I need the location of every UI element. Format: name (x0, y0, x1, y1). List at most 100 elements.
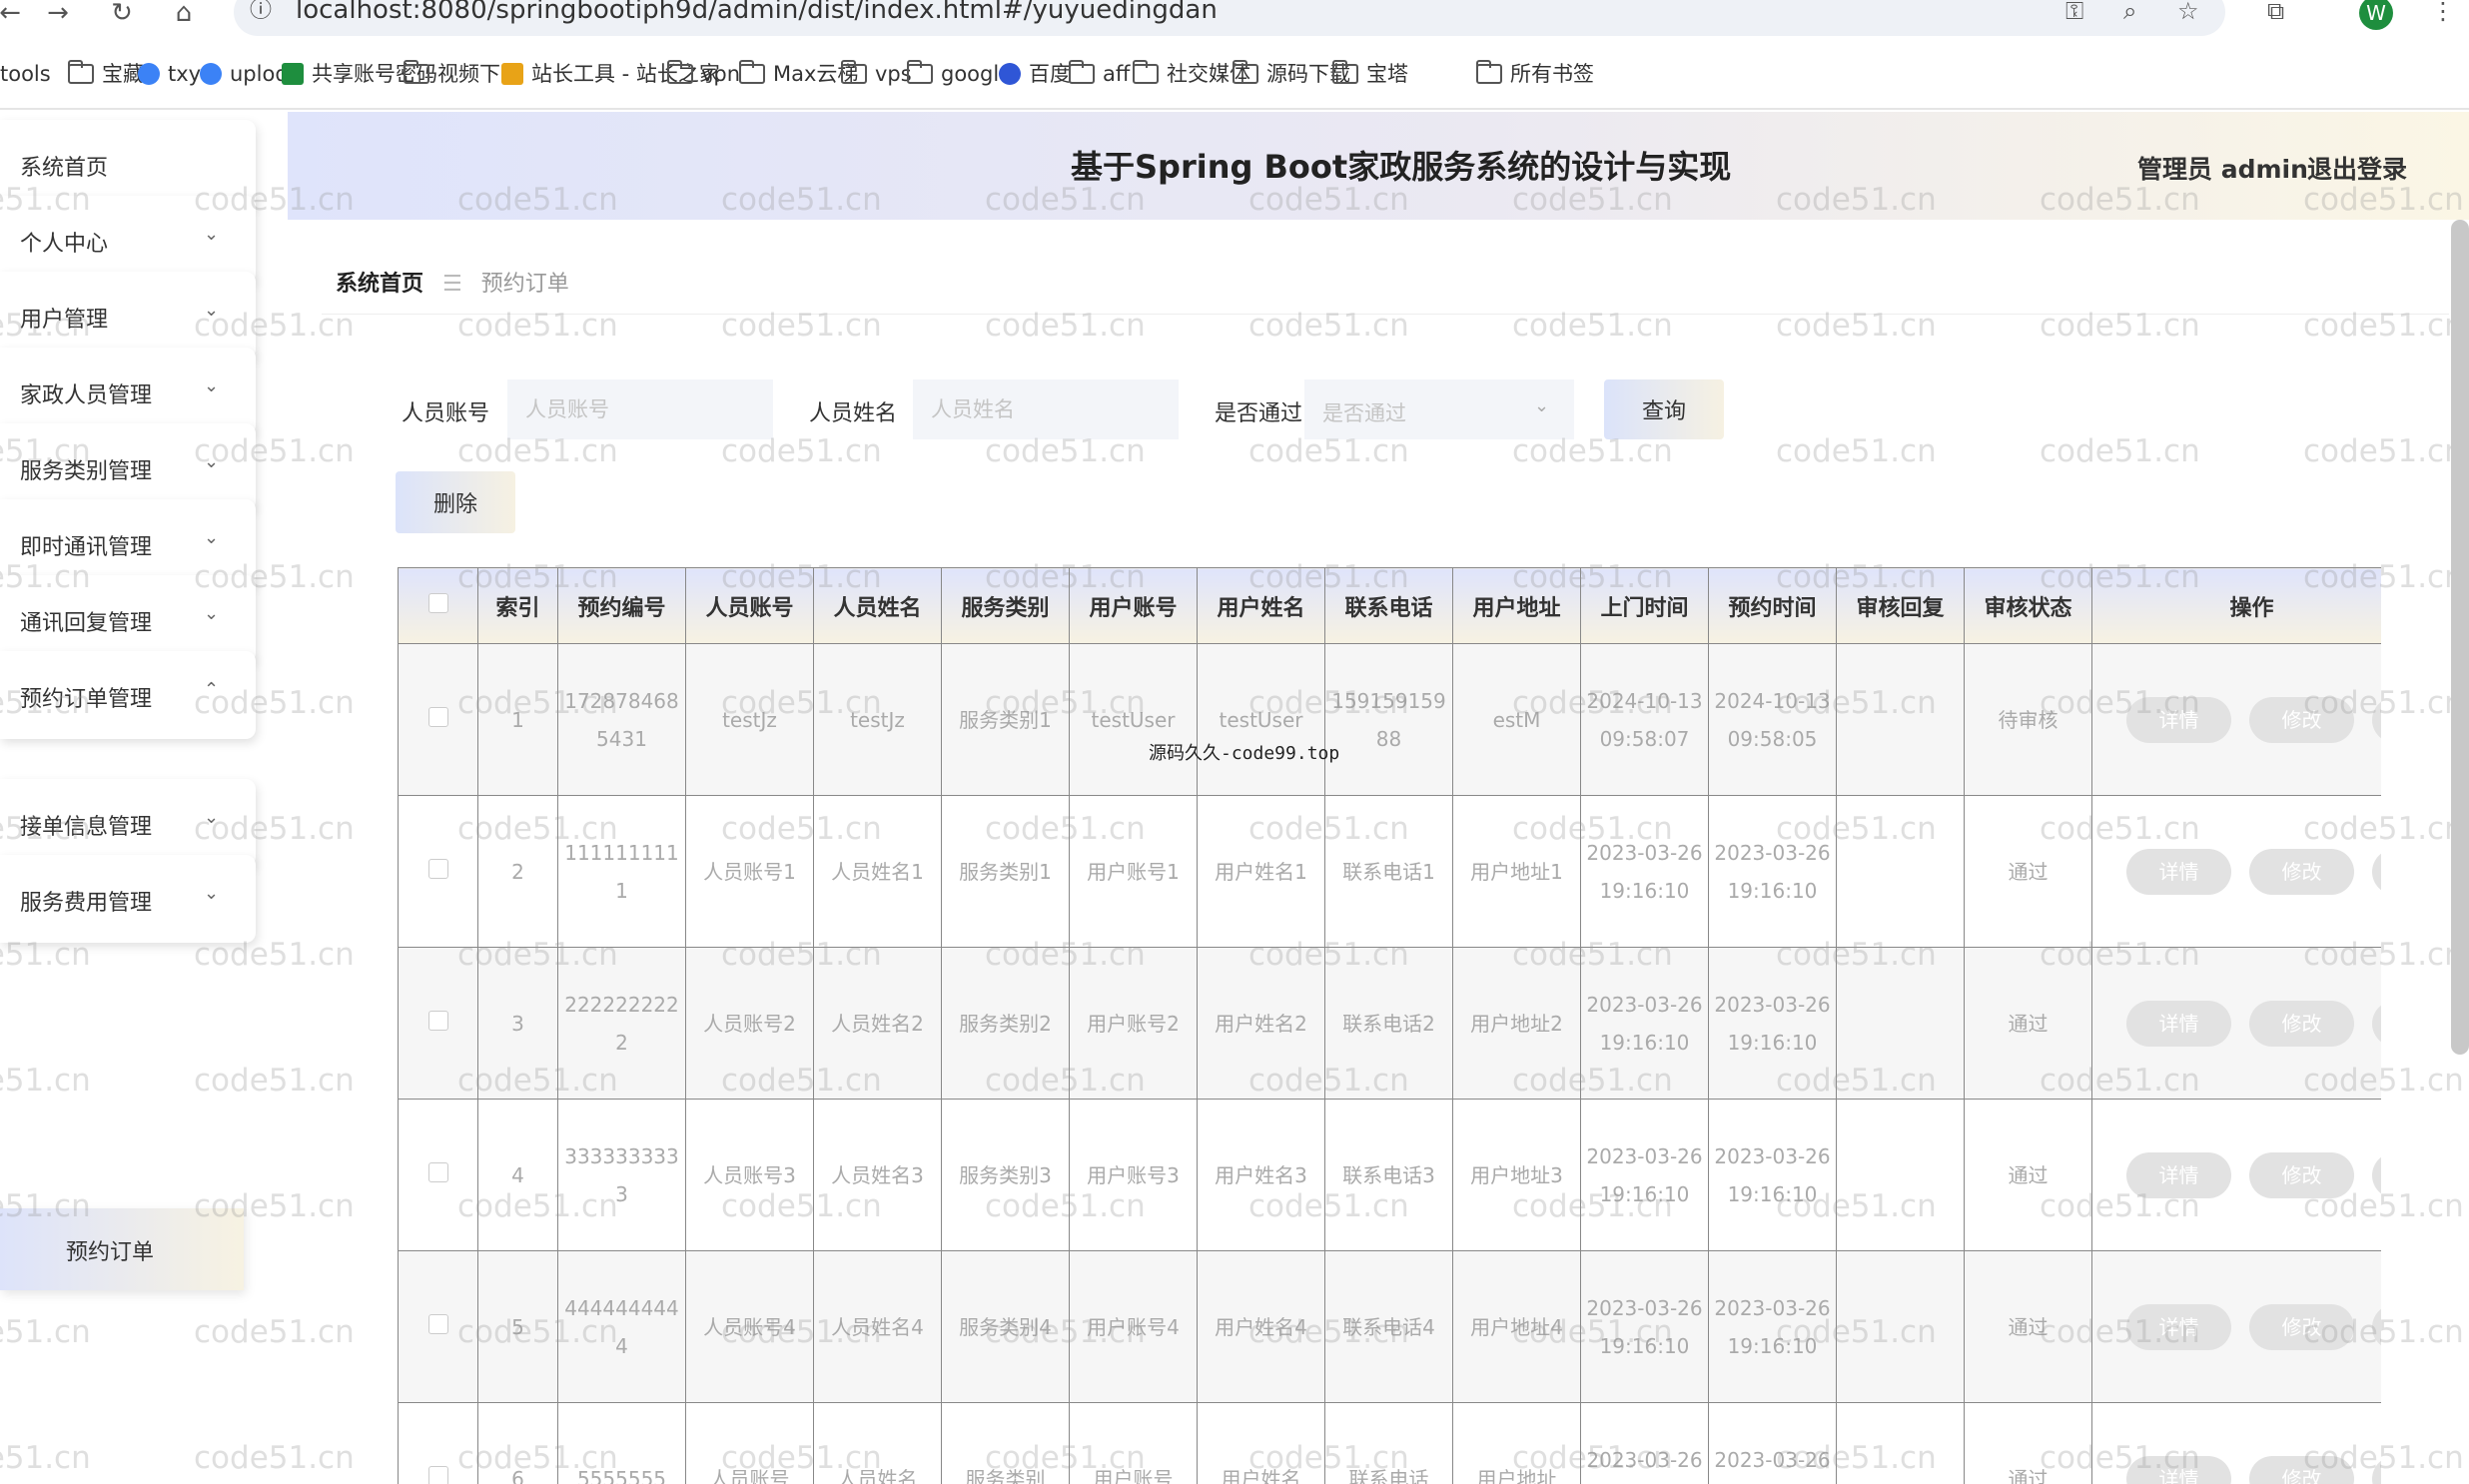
delete-row-button[interactable] (2372, 1455, 2381, 1484)
table-row: 1 1728784685431 testJz testJz 服务类别1 testUser t… (398, 643, 2381, 796)
detail-button[interactable]: 详情 (2126, 1303, 2231, 1350)
sidebar-item-8[interactable]: 接单信息管理 ⌄ (0, 779, 256, 867)
chevron-up-icon: ⌃ (204, 679, 220, 700)
breadcrumb-home[interactable]: 系统首页 (336, 272, 423, 297)
bookmark-3[interactable]: uplod (200, 58, 289, 90)
zoom-icon[interactable]: ⌕ (2123, 0, 2136, 23)
pass-select-value: 是否通过 (1322, 401, 1406, 425)
column-header[interactable]: 人员姓名 (813, 567, 942, 644)
detail-button[interactable]: 详情 (2126, 848, 2231, 895)
row-checkbox[interactable] (427, 1161, 448, 1182)
home-icon[interactable]: ⌂ (166, 0, 202, 30)
sidebar-item-0[interactable]: 系统首页 (0, 120, 256, 208)
delete-button[interactable]: 删除 (396, 471, 515, 533)
table-cell: 人员账号1 (685, 795, 814, 948)
table-cell (1836, 1099, 1965, 1251)
column-header[interactable]: 操作 (2091, 567, 2381, 644)
row-checkbox[interactable] (427, 706, 448, 727)
pass-select[interactable]: 是否通过 ⌄ (1304, 379, 1574, 439)
sidebar-item-6[interactable]: 通讯回复管理 ⌄ (0, 575, 256, 663)
bookmark-1[interactable]: 宝藏 (68, 58, 144, 90)
sidebar-item-label: 家政人员管理 (20, 383, 153, 408)
table-cell: 2023-03-26 19:16:10 (1580, 1250, 1709, 1403)
profile-avatar[interactable]: W (2359, 0, 2393, 30)
delete-row-button[interactable] (2372, 1000, 2381, 1047)
select-all-checkbox[interactable] (427, 592, 448, 613)
edit-button[interactable]: 修改 (2249, 696, 2354, 743)
column-header[interactable]: 联系电话 (1324, 567, 1453, 644)
bookmark-7[interactable]: vpn (667, 58, 740, 90)
menu-icon[interactable]: ⋮ (2431, 0, 2455, 23)
column-header[interactable]: 审核状态 (1964, 567, 2092, 644)
sidebar-item-label: 用户管理 (20, 308, 109, 333)
sidebar-item-label: 服务类别管理 (20, 459, 153, 484)
table-cell: 人员姓名2 (813, 947, 942, 1100)
edit-button[interactable]: 修改 (2249, 848, 2354, 895)
bookmark-2[interactable]: txy (138, 58, 201, 90)
detail-button[interactable]: 详情 (2126, 1000, 2231, 1047)
detail-button[interactable]: 详情 (2126, 696, 2231, 743)
sidebar-sub-item-orders[interactable]: 预约订单 (0, 1208, 244, 1290)
actions-cell: 详情 修改 (2091, 795, 2381, 948)
bookmark-0[interactable]: tools (0, 58, 51, 90)
key-icon[interactable]: ⚿ (2065, 0, 2083, 23)
detail-button[interactable]: 详情 (2126, 1455, 2231, 1484)
column-header[interactable]: 预约编号 (557, 567, 686, 644)
sidebar-item-3[interactable]: 家政人员管理 ⌄ (0, 348, 256, 435)
bookmark-10[interactable]: google (907, 58, 1012, 90)
row-checkbox[interactable] (427, 1010, 448, 1031)
bookmark-11[interactable]: 百度 (999, 58, 1071, 90)
chevron-down-icon: ⌄ (204, 375, 220, 396)
column-header[interactable]: 服务类别 (941, 567, 1070, 644)
sidebar-item-7[interactable]: 预约订单管理 ⌃ (0, 651, 256, 739)
query-button[interactable]: 查询 (1604, 379, 1724, 439)
column-header[interactable]: 用户地址 (1452, 567, 1581, 644)
column-header[interactable]: 用户姓名 (1197, 567, 1325, 644)
sidebar-item-label: 预约订单管理 (20, 687, 153, 712)
page-scrollbar[interactable] (2451, 220, 2469, 1055)
url-text[interactable]: localhost:8080/springbootiph9d/admin/dis… (296, 0, 1218, 24)
sidebar-item-4[interactable]: 服务类别管理 ⌄ (0, 423, 256, 511)
bookmark-16[interactable]: 所有书签 (1476, 58, 1594, 90)
detail-button[interactable]: 详情 (2126, 1151, 2231, 1198)
bookmark-15[interactable]: 宝塔 (1332, 58, 1408, 90)
row-checkbox[interactable] (427, 1313, 448, 1334)
table-cell: 服务类别 (941, 1402, 1070, 1484)
column-header[interactable]: 用户账号 (1069, 567, 1198, 644)
logout-link[interactable]: 退出登录 (2307, 150, 2407, 186)
account-input[interactable] (507, 379, 773, 439)
sidebar-item-1[interactable]: 个人中心 ⌄ (0, 196, 256, 284)
sidebar-item-2[interactable]: 用户管理 ⌄ (0, 272, 256, 360)
sidebar-item-9[interactable]: 服务费用管理 ⌄ (0, 855, 256, 943)
edit-button[interactable]: 修改 (2249, 1303, 2354, 1350)
bookmark-12[interactable]: aff (1069, 58, 1130, 90)
table-cell: estM (1452, 643, 1581, 796)
name-input[interactable] (913, 379, 1179, 439)
table-cell: 用户账号2 (1069, 947, 1198, 1100)
bookmarks-bar: tools 宝藏 txy uplod 共享账号密码 视频下载 站长工具 - 站长之家 vpn M… (0, 58, 2469, 98)
column-header[interactable]: 人员账号 (685, 567, 814, 644)
delete-row-button[interactable] (2372, 696, 2381, 743)
back-icon[interactable]: ← (0, 0, 28, 30)
column-header[interactable]: 审核回复 (1836, 567, 1965, 644)
column-header[interactable]: 上门时间 (1580, 567, 1709, 644)
sidebar-item-5[interactable]: 即时通讯管理 ⌄ (0, 499, 256, 587)
forward-icon[interactable]: → (40, 0, 76, 30)
delete-row-button[interactable] (2372, 848, 2381, 895)
column-header[interactable]: 索引 (477, 567, 558, 644)
select-all-cell (398, 567, 478, 644)
delete-row-button[interactable] (2372, 1303, 2381, 1350)
row-checkbox[interactable] (427, 858, 448, 879)
edit-button[interactable]: 修改 (2249, 1455, 2354, 1484)
delete-row-button[interactable] (2372, 1151, 2381, 1198)
baidu-icon (999, 63, 1021, 85)
edit-button[interactable]: 修改 (2249, 1000, 2354, 1047)
star-icon[interactable]: ☆ (2177, 0, 2199, 23)
row-checkbox[interactable] (427, 1465, 448, 1484)
extensions-icon[interactable]: ⧉ (2267, 0, 2284, 23)
reload-icon[interactable]: ↻ (104, 0, 140, 30)
site-info-icon[interactable]: ⓘ (250, 0, 272, 22)
column-header[interactable]: 预约时间 (1708, 567, 1837, 644)
bookmark-9[interactable]: vps (841, 58, 912, 90)
edit-button[interactable]: 修改 (2249, 1151, 2354, 1198)
